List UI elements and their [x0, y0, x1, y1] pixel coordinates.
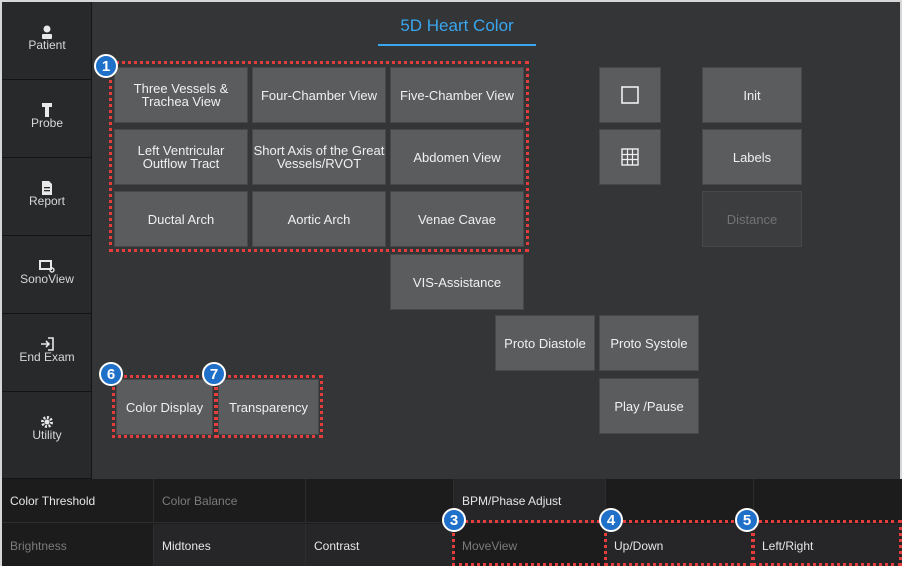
up-down-control[interactable]: Up/Down [606, 524, 754, 566]
labels-button[interactable]: Labels [702, 129, 802, 185]
venae-cavae-button[interactable]: Venae Cavae [390, 191, 524, 247]
aortic-arch-button[interactable]: Aortic Arch [252, 191, 386, 247]
empty-control [306, 479, 454, 523]
probe-icon [2, 80, 92, 117]
sonoview-icon [2, 236, 92, 273]
annotation-badge-5: 5 [735, 508, 759, 532]
sidebar: Patient Probe Report SonoView End Exam U… [2, 2, 92, 479]
app-window: Patient Probe Report SonoView End Exam U… [0, 0, 902, 566]
brightness-control[interactable]: Brightness [2, 524, 154, 566]
proto-systole-button[interactable]: Proto Systole [599, 315, 699, 371]
vis-assistance-button[interactable]: VIS-Assistance [390, 254, 524, 310]
grid-icon [621, 147, 639, 167]
five-chamber-view-button[interactable]: Five-Chamber View [390, 67, 524, 123]
sidebar-item-label: Report [28, 194, 66, 208]
moveview-control[interactable]: MoveView [454, 524, 606, 566]
sidebar-item-label: Patient [28, 38, 66, 52]
transparency-button[interactable]: Transparency [218, 379, 319, 435]
quad-layout-button[interactable] [599, 129, 661, 185]
color-threshold-control[interactable]: Color Threshold [2, 479, 154, 523]
empty-control [754, 479, 902, 523]
proto-diastole-button[interactable]: Proto Diastole [495, 315, 595, 371]
sidebar-item-sonoview[interactable]: SonoView [2, 236, 92, 314]
color-display-button[interactable]: Color Display [116, 379, 213, 435]
distance-button[interactable]: Distance [702, 191, 802, 247]
annotation-badge-6: 6 [99, 362, 123, 386]
midtones-control[interactable]: Midtones [154, 524, 306, 566]
init-button[interactable]: Init [702, 67, 802, 123]
abdomen-view-button[interactable]: Abdomen View [390, 129, 524, 185]
annotation-badge-3: 3 [442, 508, 466, 532]
sidebar-item-report[interactable]: Report [2, 158, 92, 236]
sidebar-item-probe[interactable]: Probe [2, 80, 92, 158]
sidebar-item-patient[interactable]: Patient [2, 2, 92, 80]
annotation-badge-7: 7 [202, 362, 226, 386]
single-layout-button[interactable] [599, 67, 661, 123]
exit-icon [2, 314, 92, 351]
sidebar-item-label: Probe [30, 116, 64, 130]
sidebar-item-utility[interactable]: Utility [2, 392, 92, 479]
annotation-badge-4: 4 [599, 508, 623, 532]
ductal-arch-button[interactable]: Ductal Arch [114, 191, 248, 247]
contrast-control[interactable]: Contrast [306, 524, 454, 566]
color-balance-control[interactable]: Color Balance [154, 479, 306, 523]
person-icon [2, 2, 92, 39]
bpm-phase-adjust-control[interactable]: BPM/Phase Adjust [454, 479, 606, 523]
short-axis-view-button[interactable]: Short Axis of the Great Vessels/RVOT [252, 129, 386, 185]
sidebar-item-label: SonoView [20, 272, 74, 286]
document-icon [2, 158, 92, 195]
three-vessels-view-button[interactable]: Three Vessels & Trachea View [114, 67, 248, 123]
sidebar-item-label: End Exam [19, 350, 75, 364]
gear-icon [2, 392, 92, 428]
left-right-control[interactable]: Left/Right [754, 524, 902, 566]
empty-control [606, 479, 754, 523]
sidebar-item-end-exam[interactable]: End Exam [2, 314, 92, 392]
single-square-icon [621, 85, 639, 105]
annotation-badge-1: 1 [94, 54, 118, 78]
page-title: 5D Heart Color [378, 16, 536, 46]
lvot-view-button[interactable]: Left Ventricular Outflow Tract [114, 129, 248, 185]
four-chamber-view-button[interactable]: Four-Chamber View [252, 67, 386, 123]
sidebar-item-label: Utility [32, 428, 62, 442]
play-pause-button[interactable]: Play /Pause [599, 378, 699, 434]
